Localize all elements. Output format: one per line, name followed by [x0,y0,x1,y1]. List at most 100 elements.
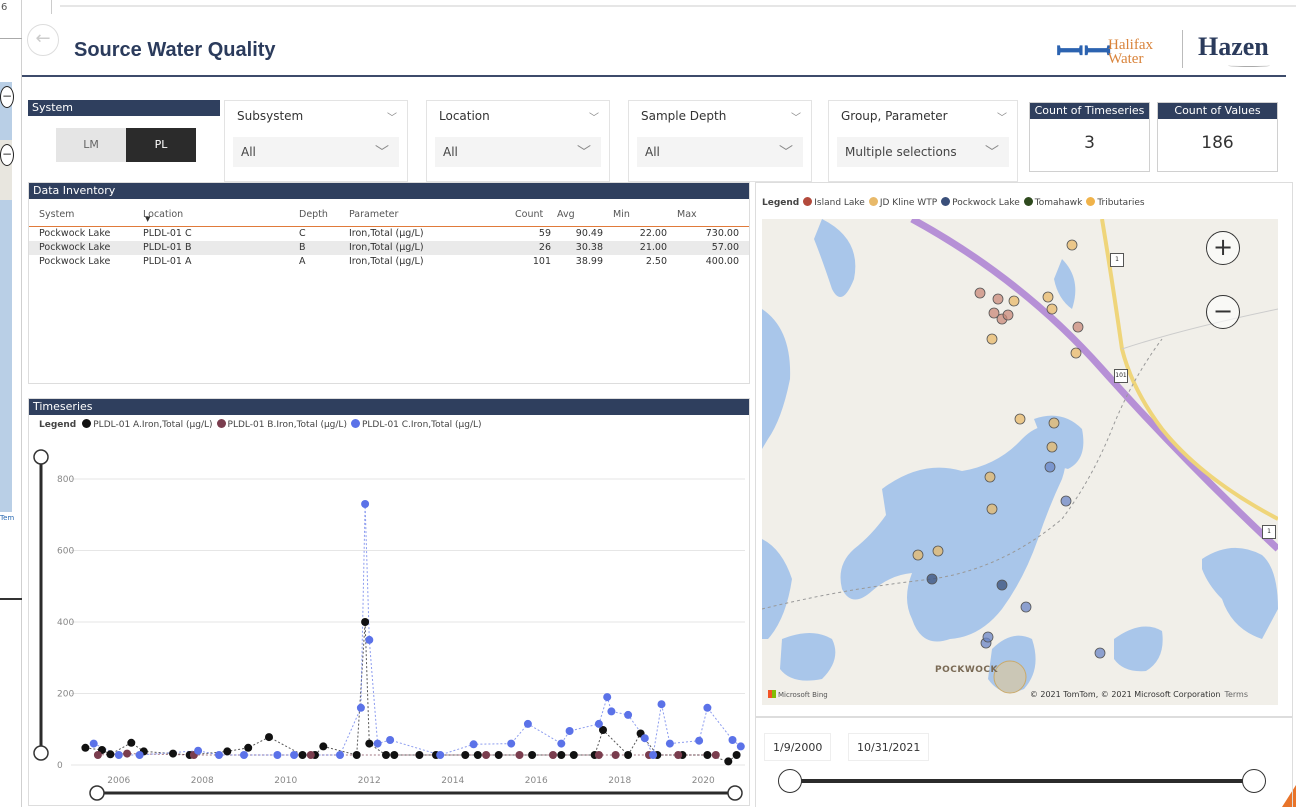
map-canvas[interactable]: 1 101 1 POCKWOCK + − Microsoft Bing © 20… [762,219,1278,705]
map-wtp-marker[interactable] [993,660,1027,694]
timeseries-legend-item[interactable]: PLDL-01 B.Iron,Total (µg/L) [216,419,347,430]
lake-shape [780,633,836,681]
card-value: 186 [1201,133,1234,153]
map-sample-marker[interactable] [1044,461,1056,473]
card-label: Count of Timeseries [1030,103,1149,119]
map-town-label: POCKWOCK [935,665,998,675]
data-point [507,739,516,748]
sample-depth-dropdown[interactable]: All ﹀ [637,137,803,167]
background-top-line [60,5,1296,7]
date-slider-track[interactable] [796,779,1258,783]
chevron-down-icon[interactable]: ﹀ [997,109,1007,124]
report-page: ← Source Water Quality ꟷꟷ Halifax Water … [22,12,1293,807]
count-of-values-card: Count of Values 186 [1157,102,1278,172]
data-point [306,751,315,759]
legend-item-label: Tomahawk [1034,198,1083,208]
data-point [732,751,741,759]
x-tick-label: 2014 [441,776,464,786]
zoom-out-icon[interactable]: − [1206,295,1240,329]
group-parameter-label: Group, Parameter [841,109,948,123]
highway-1 [1100,219,1278,521]
map-sample-marker[interactable] [986,503,998,515]
chevron-down-icon[interactable]: ﹀ [589,109,599,124]
table-row[interactable]: Pockwock Lake PLDL-01 B B Iron,Total (µg/L)… [29,241,749,255]
map-legend-item[interactable]: Island Lake [803,197,865,208]
date-start-input[interactable]: 1/9/2000 [764,733,832,761]
data-point [523,719,532,728]
y-range-slider-bottom-handle [33,745,49,761]
group-parameter-slicer: Group, Parameter ﹀ Multiple selections ﹀ [828,100,1018,182]
map-sample-marker[interactable] [1008,295,1020,307]
table-cell: PLDL-01 C [143,228,192,239]
map-sample-marker[interactable] [982,631,994,643]
data-point [223,747,232,756]
map-sample-marker[interactable] [926,573,938,585]
map-sample-marker[interactable] [984,471,996,483]
data-point [319,742,328,751]
location-dropdown[interactable]: All ﹀ [435,137,601,167]
data-point [665,739,674,748]
map-sample-marker[interactable] [1070,347,1082,359]
date-end-input[interactable]: 10/31/2021 [848,733,930,761]
map-sample-marker[interactable] [1066,239,1078,251]
map-terms-link[interactable]: Terms [1224,690,1248,699]
system-option-pl[interactable]: PL [126,128,196,162]
map-sample-marker[interactable] [1048,417,1060,429]
map-legend-item[interactable]: JD Kline WTP [868,197,937,208]
data-point [352,751,361,759]
map-sample-marker[interactable] [932,545,944,557]
map-sample-marker[interactable] [912,549,924,561]
x-tick-label: 2020 [692,776,715,786]
back-arrow-icon[interactable]: ← [27,24,59,56]
map-sample-marker[interactable] [1042,291,1054,303]
data-point [436,751,445,759]
map-legend-item[interactable]: Tomahawk [1023,197,1083,208]
map-sample-marker[interactable] [1020,601,1032,613]
map-sample-marker[interactable] [1002,309,1014,321]
map-sample-marker[interactable] [1046,441,1058,453]
table-cell: PLDL-01 A [143,256,192,267]
legend-item-label: PLDL-01 B.Iron,Total (µg/L) [227,420,347,430]
halifax-water-mark-icon: ꟷꟷ [1056,32,1112,72]
sort-descending-icon[interactable]: ▼ [145,215,150,223]
date-slider-start-handle[interactable] [778,769,802,793]
sample-depth-slicer: Sample Depth ﹀ All ﹀ [628,100,812,182]
subsystem-dropdown[interactable]: All ﹀ [233,137,399,167]
map-sample-marker[interactable] [1046,303,1058,315]
timeseries-legend-item[interactable]: PLDL-01 A.Iron,Total (µg/L) [82,419,213,430]
chevron-down-icon[interactable]: ﹀ [387,109,397,124]
table-row[interactable]: Pockwock Lake PLDL-01 C C Iron,Total (µg/L)… [29,227,749,241]
hazen-logo: Hazen [1198,32,1269,61]
map-sample-marker[interactable] [974,287,986,299]
lake-shape [762,309,791,449]
location-value: All [443,145,458,159]
map-legend-item[interactable]: Pockwock Lake [941,197,1020,208]
background-zoom-in-icon: − [0,86,14,108]
map-sample-marker[interactable] [1072,321,1084,333]
x-tick-label: 2010 [274,776,297,786]
y-tick-label: 0 [57,761,63,771]
date-slider-end-handle[interactable] [1242,769,1266,793]
data-point [594,719,603,728]
highway-shield-icon: 1 [1262,525,1276,539]
map-sample-marker[interactable] [996,579,1008,591]
zoom-in-icon[interactable]: + [1206,231,1240,265]
map-sample-marker[interactable] [1060,495,1072,507]
lake-shape [1114,626,1163,672]
timeseries-legend-item[interactable]: PLDL-01 C.Iron,Total (µg/L) [350,419,482,430]
data-point [703,703,712,712]
location-label: Location [439,109,490,123]
map-sample-marker[interactable] [986,333,998,345]
group-parameter-dropdown[interactable]: Multiple selections ﹀ [837,137,1009,167]
chevron-down-icon[interactable]: ﹀ [791,109,801,124]
map-legend-item[interactable]: Tributaries [1086,197,1145,208]
x-range-slider-right-handle [727,785,743,801]
table-cell: Iron,Total (µg/L) [349,242,424,253]
table-row[interactable]: Pockwock Lake PLDL-01 A A Iron,Total (µg/L)… [29,255,749,269]
map-sample-marker[interactable] [992,293,1004,305]
system-option-lm[interactable]: LM [56,128,126,162]
map-sample-marker[interactable] [1094,647,1106,659]
halifax-water-logo: ꟷꟷ Halifax Water [1056,32,1186,76]
data-point [265,733,273,742]
map-sample-marker[interactable] [1014,413,1026,425]
